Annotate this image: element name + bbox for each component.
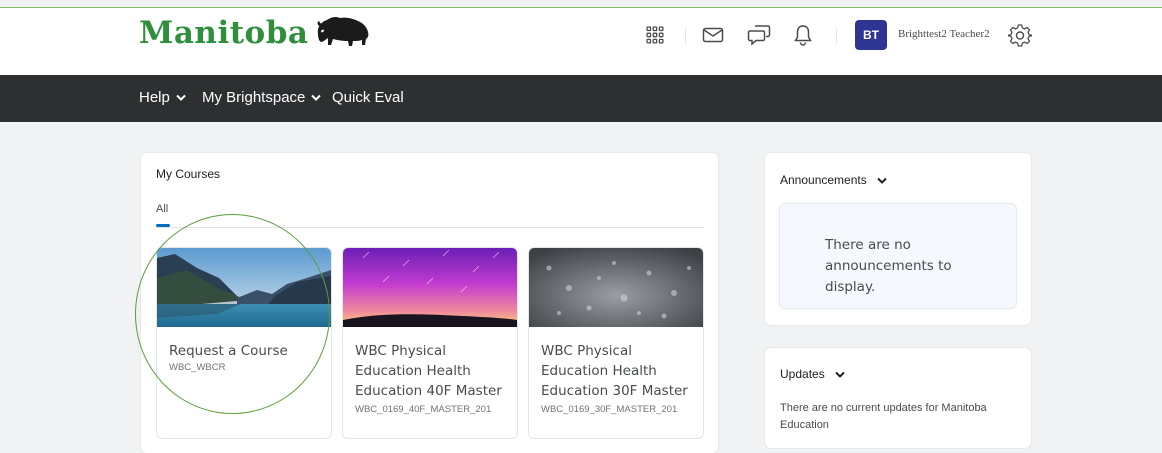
course-image [343, 248, 517, 327]
course-name: WBC Physical Education Health Education … [541, 343, 688, 399]
course-tile-pe-40f[interactable]: WBC Physical Education Health Education … [342, 247, 518, 439]
course-image [529, 248, 703, 327]
nav-item-help[interactable]: Help [139, 89, 186, 106]
updates-title: Updates [780, 367, 825, 381]
user-name[interactable]: Brighttest2 Teacher2 [898, 28, 990, 40]
nav-bar: Help My Brightspace Quick Eval [0, 75, 1162, 122]
header-separator [836, 28, 837, 44]
course-tile-request-a-course[interactable]: Request a Course WBC_WBCR [156, 247, 332, 439]
nav-item-quick-eval[interactable]: Quick Eval [332, 89, 404, 106]
updates-message: There are no current updates for Manitob… [780, 402, 987, 431]
course-tile-pe-30f[interactable]: WBC Physical Education Health Education … [528, 247, 704, 439]
announcements-header[interactable]: Announcements [780, 173, 887, 187]
tab-divider [156, 227, 704, 228]
bell-icon[interactable] [791, 18, 815, 52]
announcements-widget: Announcements There are no announcements… [765, 153, 1031, 325]
waffle-icon[interactable] [643, 18, 667, 52]
header-separator [685, 28, 686, 44]
updates-header[interactable]: Updates [780, 367, 845, 381]
chevron-down-icon [176, 94, 186, 101]
course-code: WBC_0169_30F_MASTER_201 [541, 404, 678, 415]
course-code: WBC_WBCR [169, 362, 226, 373]
nav-item-label: Quick Eval [332, 89, 404, 106]
announcements-empty-box: There are no announcements to display. [779, 203, 1017, 309]
announcements-message: There are no announcements to display. [825, 237, 952, 295]
chevron-down-icon [834, 371, 845, 378]
nav-item-label: Help [139, 89, 170, 106]
updates-widget: Updates There are no current updates for… [765, 348, 1031, 448]
course-name: WBC Physical Education Health Education … [355, 343, 502, 399]
course-image [157, 248, 331, 327]
nav-item-label: My Brightspace [202, 89, 306, 106]
announcements-title: Announcements [780, 173, 867, 187]
chevron-down-icon [311, 94, 322, 101]
chevron-down-icon [877, 177, 887, 184]
nav-item-my-brightspace[interactable]: My Brightspace [202, 89, 322, 106]
mail-icon[interactable] [700, 18, 726, 52]
my-courses-title: My Courses [156, 167, 221, 181]
course-name: Request a Course [169, 343, 288, 359]
tab-all[interactable]: All [156, 203, 168, 215]
course-code: WBC_0169_40F_MASTER_201 [355, 404, 492, 415]
chat-icon[interactable] [746, 18, 772, 52]
gear-icon[interactable] [1006, 18, 1034, 52]
avatar[interactable]: BT [855, 20, 887, 50]
